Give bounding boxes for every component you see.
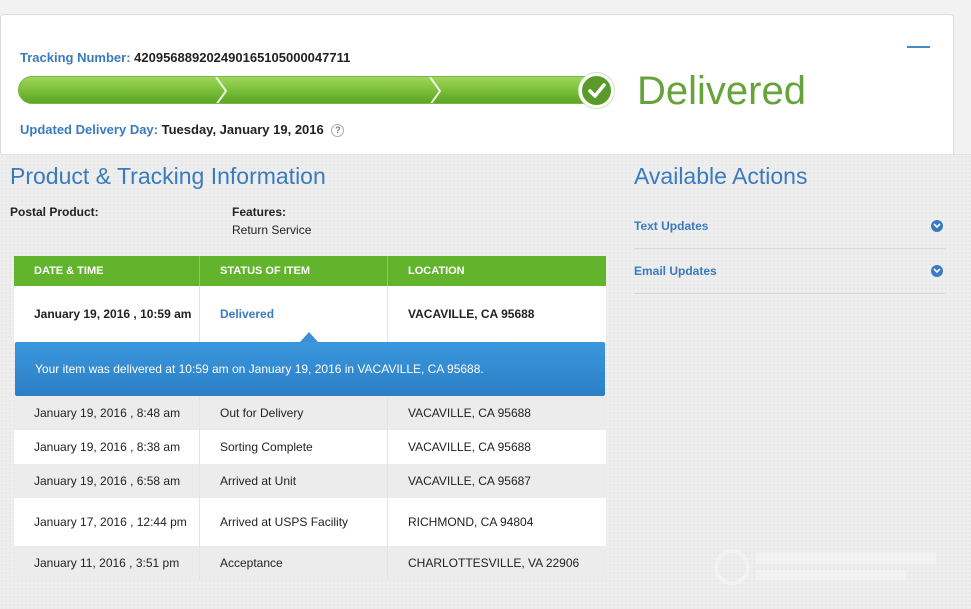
updated-delivery-label: Updated Delivery Day: — [20, 122, 158, 137]
product-tracking-title: Product & Tracking Information — [10, 163, 326, 189]
table-row: January 11, 2016 , 3:51 pm Acceptance CH… — [14, 546, 606, 580]
tracking-number-label: Tracking Number: — [20, 50, 131, 65]
row-location: RICHMOND, CA 94804 — [408, 515, 534, 529]
row-status: Sorting Complete — [200, 430, 388, 464]
row-location: VACAVILLE, CA 95688 — [408, 440, 531, 454]
help-icon[interactable]: ? — [331, 124, 345, 138]
row-status: Acceptance — [200, 546, 388, 580]
row-location: VACAVILLE, CA 95688 — [408, 307, 535, 321]
row-status: Arrived at USPS Facility — [200, 498, 388, 546]
row-date: January 19, 2016 , 8:38 am — [14, 430, 200, 464]
tracking-history-table: DATE & TIME STATUS OF ITEM LOCATION Janu… — [14, 256, 606, 580]
column-header-date: DATE & TIME — [14, 256, 200, 286]
chevron-down-icon[interactable] — [931, 220, 943, 232]
table-row: January 17, 2016 , 12:44 pm Arrived at U… — [14, 498, 606, 546]
row-status: Arrived at Unit — [200, 464, 388, 498]
table-row: January 19, 2016 , 8:38 am Sorting Compl… — [14, 430, 606, 464]
watermark-logo-icon — [714, 549, 936, 585]
collapse-icon[interactable] — [907, 46, 930, 48]
table-row: January 19, 2016 , 6:58 am Arrived at Un… — [14, 464, 606, 498]
features-value: Return Service — [232, 223, 312, 237]
row-status: Out for Delivery — [200, 396, 388, 430]
row-date: January 19, 2016 , 6:58 am — [14, 464, 200, 498]
row-location: CHARLOTTESVILLE, VA 22906 — [408, 556, 580, 570]
available-actions-title: Available Actions — [634, 163, 808, 189]
text-updates-action[interactable]: Text Updates — [634, 204, 945, 249]
updated-delivery-line: Updated Delivery Day: Tuesday, January 1… — [20, 122, 345, 138]
checkmark-icon — [579, 73, 614, 108]
action-label[interactable]: Text Updates — [634, 219, 708, 233]
progress-bar — [18, 73, 614, 108]
row-date: January 19, 2016 , 10:59 am — [14, 286, 200, 342]
chevron-down-icon[interactable] — [931, 265, 943, 277]
progress-divider-icon — [429, 77, 442, 103]
tracking-number-value: 420956889202490165105000047711 — [134, 50, 351, 65]
progress-track — [18, 76, 598, 104]
delivery-message: Your item was delivered at 10:59 am on J… — [15, 342, 605, 396]
row-date: January 17, 2016 , 12:44 pm — [14, 498, 200, 546]
action-label[interactable]: Email Updates — [634, 264, 717, 278]
row-location: VACAVILLE, CA 95688 — [408, 406, 531, 420]
row-location: VACAVILLE, CA 95687 — [408, 474, 531, 488]
column-header-location: LOCATION — [408, 265, 465, 277]
row-status: Delivered — [200, 286, 388, 342]
table-row: January 19, 2016 , 8:48 am Out for Deliv… — [14, 396, 606, 430]
column-header-status: STATUS OF ITEM — [200, 256, 388, 286]
delivery-status: Delivered — [637, 69, 806, 113]
updated-delivery-value: Tuesday, January 19, 2016 — [161, 122, 324, 137]
tracking-number-line: Tracking Number: 42095688920249016510500… — [20, 50, 350, 65]
email-updates-action[interactable]: Email Updates — [634, 249, 945, 294]
postal-product-label: Postal Product: — [10, 205, 99, 219]
row-date: January 19, 2016 , 8:48 am — [14, 396, 200, 430]
actions-list: Text Updates Email Updates — [634, 204, 945, 294]
message-pointer — [300, 332, 318, 342]
progress-divider-icon — [215, 77, 228, 103]
row-date: January 11, 2016 , 3:51 pm — [14, 546, 200, 580]
table-header: DATE & TIME STATUS OF ITEM LOCATION — [14, 256, 606, 286]
features-label: Features: — [232, 205, 287, 219]
